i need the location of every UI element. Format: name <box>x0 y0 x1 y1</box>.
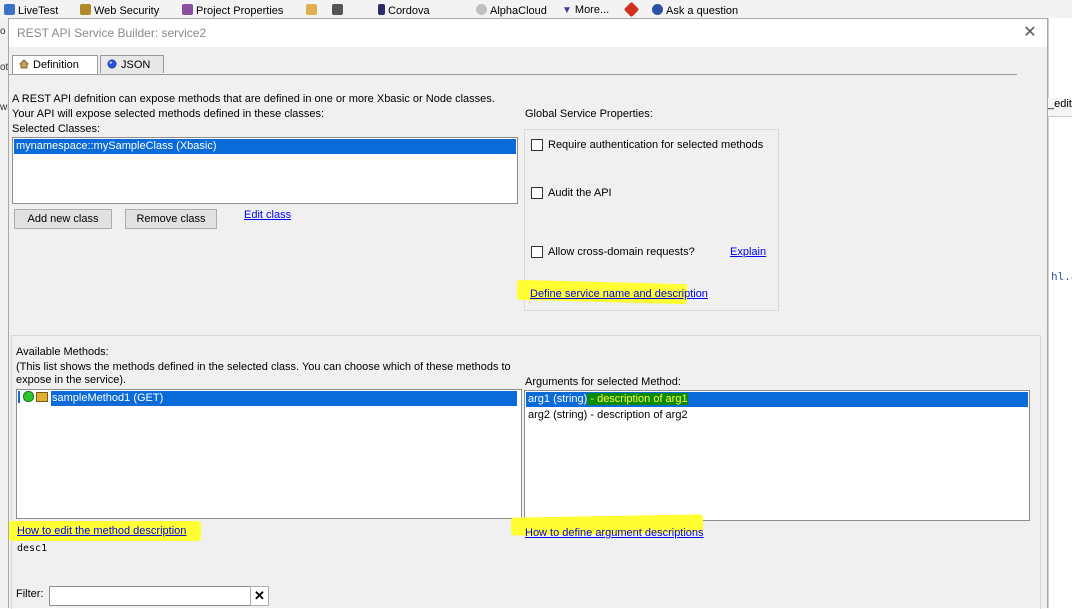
project-properties-icon <box>182 4 193 15</box>
audit-api-checkbox[interactable] <box>531 187 543 199</box>
intro-text: A REST API defnition can expose methods … <box>12 93 495 105</box>
background-left-edge: o ot ws <box>0 18 12 608</box>
define-service-link[interactable]: Define service name and description <box>530 288 708 300</box>
arguments-list[interactable]: arg1 (string) - description of arg1 arg2… <box>524 390 1030 521</box>
argument-description: - description of arg2 <box>587 409 688 421</box>
folder-icon <box>306 4 317 15</box>
bookmark-project-properties[interactable]: Project Properties <box>182 4 283 17</box>
rest-api-dialog: REST API Service Builder: service2 ✕ Def… <box>8 18 1048 609</box>
background-right-edge: _edit hl.a <box>1048 18 1072 608</box>
cross-domain-checkbox[interactable] <box>531 246 543 258</box>
methods-list[interactable]: sampleMethod1 (GET) <box>16 389 522 519</box>
list-item[interactable]: mynamespace::mySampleClass (Xbasic) <box>14 139 516 154</box>
selected-classes-label: Selected Classes: <box>12 123 101 135</box>
cloud-icon <box>476 4 487 15</box>
status-green-icon <box>23 391 34 402</box>
tab-definition[interactable]: Definition <box>12 55 98 75</box>
chevron-down-icon: ▼ <box>562 5 572 16</box>
bookmarks-bar: LiveTest Web Security Project Properties… <box>0 0 1072 18</box>
close-button[interactable]: ✕ <box>1019 22 1041 44</box>
livetest-icon <box>4 4 15 15</box>
edit-class-link[interactable]: Edit class <box>244 209 291 221</box>
bookmark-monitor[interactable] <box>332 4 346 17</box>
selected-classes-list[interactable]: mynamespace::mySampleClass (Xbasic) <box>12 137 518 204</box>
audit-api-label: Audit the API <box>548 187 612 199</box>
filter-label: Filter: <box>16 588 44 600</box>
clear-filter-button[interactable]: ✕ <box>250 586 269 606</box>
row-marker <box>18 391 20 403</box>
git-icon <box>623 1 640 18</box>
unlock-icon <box>36 392 48 402</box>
web-security-icon <box>80 4 91 15</box>
how-define-args-link[interactable]: How to define argument descriptions <box>525 527 704 539</box>
add-class-button[interactable]: Add new class <box>14 209 112 229</box>
remove-class-button[interactable]: Remove class <box>125 209 217 229</box>
question-icon <box>652 4 663 15</box>
bookmark-web-security[interactable]: Web Security <box>80 4 159 17</box>
how-edit-method-link[interactable]: How to edit the method description <box>17 525 186 537</box>
globe-icon <box>107 59 117 69</box>
phone-icon <box>378 4 385 15</box>
tab-json[interactable]: JSON <box>100 55 164 73</box>
require-auth-checkbox[interactable] <box>531 139 543 151</box>
tab-divider <box>9 74 1017 75</box>
bookmark-livetest[interactable]: LiveTest <box>4 4 58 17</box>
house-icon <box>19 59 29 69</box>
bookmark-ask-question[interactable]: Ask a question <box>652 4 738 17</box>
list-item[interactable]: sampleMethod1 (GET) <box>18 391 520 406</box>
list-item[interactable]: arg1 (string) - description of arg1 <box>526 392 1028 407</box>
explain-link[interactable]: Explain <box>730 246 766 258</box>
intro-text-2: Your API will expose selected methods de… <box>12 108 325 120</box>
cross-domain-label: Allow cross-domain requests? <box>548 246 695 258</box>
available-methods-label: Available Methods: <box>16 346 109 358</box>
argument-description: - description of arg1 <box>587 393 688 405</box>
bookmark-folder[interactable] <box>306 4 320 17</box>
dialog-title: REST API Service Builder: service2 <box>17 26 207 40</box>
filter-input[interactable] <box>49 586 251 606</box>
bookmark-cordova[interactable]: Cordova <box>378 4 430 17</box>
close-icon: ✕ <box>254 588 265 603</box>
close-icon: ✕ <box>1023 24 1037 41</box>
background-text: o <box>0 26 6 37</box>
arguments-label: Arguments for selected Method: <box>525 376 681 388</box>
list-item[interactable]: arg2 (string) - description of arg2 <box>526 408 1028 423</box>
bookmark-more[interactable]: ▼ More... <box>562 4 609 16</box>
global-properties-label: Global Service Properties: <box>525 108 653 120</box>
method-description-value: desc1 <box>17 543 48 554</box>
background-code: hl.a <box>1051 270 1072 283</box>
background-tab: _edit <box>1048 98 1072 117</box>
monitor-icon <box>332 4 343 15</box>
bookmark-git[interactable] <box>623 1 640 18</box>
bookmark-alphacloud[interactable]: AlphaCloud <box>476 4 547 17</box>
require-auth-label: Require authentication for selected meth… <box>548 139 764 151</box>
dialog-titlebar: REST API Service Builder: service2 ✕ <box>9 19 1047 47</box>
methods-note: (This list shows the methods defined in … <box>16 361 511 373</box>
methods-note-2: expose in the service). <box>16 374 127 386</box>
